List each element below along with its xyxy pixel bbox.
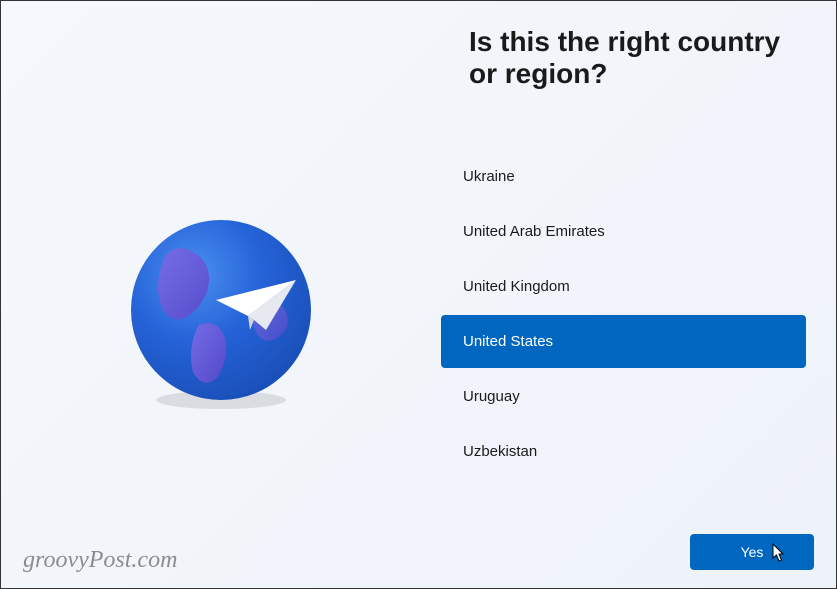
illustration-panel <box>1 1 441 588</box>
country-item-uzbekistan[interactable]: Uzbekistan <box>441 425 806 478</box>
country-item-uae[interactable]: United Arab Emirates <box>441 205 806 258</box>
globe-paperplane-icon <box>121 210 321 410</box>
country-item-ukraine[interactable]: Ukraine <box>441 150 806 203</box>
country-list[interactable]: Ukraine United Arab Emirates United King… <box>441 150 806 480</box>
page-title: Is this the right country or region? <box>441 26 806 90</box>
yes-button[interactable]: Yes <box>690 534 814 570</box>
country-item-uruguay[interactable]: Uruguay <box>441 370 806 423</box>
country-item-us[interactable]: United States <box>441 315 806 368</box>
setup-screen: Is this the right country or region? Ukr… <box>1 1 836 588</box>
country-item-uk[interactable]: United Kingdom <box>441 260 806 313</box>
watermark-text: groovyPost.com <box>23 547 177 574</box>
content-panel: Is this the right country or region? Ukr… <box>441 1 836 588</box>
